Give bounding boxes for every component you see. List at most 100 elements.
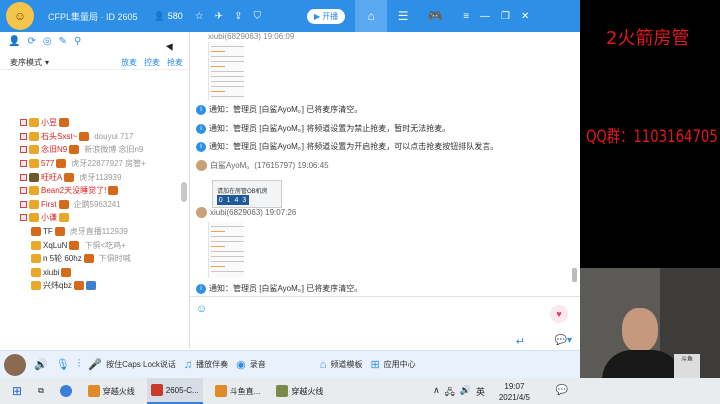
share-icon[interactable]: ⇪ — [234, 11, 242, 22]
member-row[interactable]: 石头Sxst~ douyui 717 — [20, 130, 180, 144]
member-row[interactable]: First 企鹅5963241 — [20, 198, 180, 212]
home-tab-icon[interactable]: ⌂ — [355, 0, 388, 32]
checkbox[interactable] — [20, 160, 27, 168]
record-icon[interactable]: ◉ — [236, 358, 246, 371]
edit-icon[interactable]: ✎ — [59, 36, 67, 47]
checkbox[interactable] — [20, 146, 27, 154]
notice-line: i 通知：管理员 [白鲨AyoM。] 已将麦序清空。 — [196, 104, 362, 115]
send-icon[interactable]: ↵ — [516, 335, 525, 348]
microphone-icon[interactable]: 🎙 — [56, 358, 70, 371]
list-tab-icon[interactable]: ☰ — [387, 0, 419, 32]
mic-release-link[interactable]: 放麦 — [121, 57, 137, 68]
minimize-icon[interactable]: — — [480, 11, 490, 22]
open-broadcast-button[interactable]: ▶ 开播 — [307, 8, 346, 24]
yy-app-icon — [150, 384, 163, 396]
avatar[interactable] — [4, 353, 26, 376]
template-icon[interactable]: ⌂ — [320, 359, 327, 371]
speaker-icon[interactable]: 🔊 — [34, 358, 48, 371]
checkbox[interactable] — [20, 173, 27, 181]
message-input[interactable]: ☺ ♥ ↵ 💬▾ — [190, 296, 580, 350]
ime-label[interactable]: 英 — [476, 385, 485, 401]
equalizer-icon[interactable]: ⫶ — [78, 358, 81, 371]
taskbar-item-cf[interactable]: 穿越火线 — [84, 378, 139, 404]
chat-image-caption: 请加在房管OB机房 — [217, 189, 268, 195]
member-name: 577 — [41, 159, 55, 169]
chevron-up-icon[interactable]: ∧ — [433, 385, 440, 401]
accompany-icon[interactable]: ♫ — [184, 359, 192, 371]
member-row[interactable]: TF 虎牙直播112939 — [20, 225, 180, 239]
chat-image[interactable] — [208, 222, 244, 278]
plane-icon[interactable]: ✈ — [215, 11, 223, 22]
cup-image: 斗鱼 — [674, 354, 700, 378]
emoji-icon[interactable]: ☺ — [196, 303, 207, 315]
member-name: TF — [43, 227, 53, 237]
record-button[interactable]: 录音 — [250, 359, 266, 370]
star-icon[interactable]: ☆ — [195, 11, 204, 22]
crown-icon — [29, 159, 39, 169]
close-icon[interactable]: ✕ — [521, 11, 529, 22]
checkbox[interactable] — [20, 119, 27, 127]
mic-control-link[interactable]: 控麦 — [144, 57, 160, 68]
sogou-icon[interactable] — [56, 378, 76, 404]
member-row[interactable]: 小昱 — [20, 116, 180, 130]
checkbox[interactable] — [20, 214, 27, 222]
chat-options-icon[interactable]: 💬▾ — [555, 335, 572, 346]
notice-text: 通知：管理员 [白鲨AyoM。] 将频道设置为开启抢麦，可以点击抢麦按钮排队发言… — [209, 142, 499, 151]
member-name: First — [41, 199, 57, 209]
taskbar-item-douyu[interactable]: 斗鱼直... — [211, 378, 265, 404]
chat-scrollbar[interactable] — [572, 52, 577, 282]
checkbox[interactable] — [20, 132, 27, 140]
mic-grab-link[interactable]: 抢麦 — [167, 57, 183, 68]
gamepad-tab-icon[interactable]: 🎮 — [419, 0, 451, 32]
task-view-icon[interactable]: ⧉ — [34, 378, 48, 404]
accompany-button[interactable]: 播放伴奏 — [196, 359, 228, 370]
mic-settings-icon[interactable]: 🎤 — [88, 358, 102, 371]
search-icon[interactable]: ⚲ — [74, 36, 81, 47]
location-icon[interactable]: ◎ — [43, 36, 52, 47]
shield-icon[interactable]: ⛉ — [254, 11, 262, 22]
chevron-down-icon[interactable]: ▾ — [45, 58, 49, 67]
network-icon[interactable]: 🖧 — [445, 385, 455, 401]
gift-icon[interactable]: ♥ — [550, 305, 568, 323]
member-row[interactable]: xiubi — [20, 266, 180, 280]
mic-mode-row: 麦序模式 ▾ 放麦 控麦 抢麦 — [0, 56, 189, 70]
user-center-button[interactable]: 应用中心 — [384, 359, 416, 370]
menu-icon[interactable]: ≡ — [463, 11, 469, 22]
member-row[interactable]: Bean2天没睡觉了! — [20, 184, 180, 198]
restore-icon[interactable]: ❐ — [501, 11, 510, 22]
windows-start-icon[interactable]: ⊞ — [8, 378, 26, 404]
member-row[interactable]: 兴炜qbz — [20, 279, 180, 293]
info-icon: i — [196, 283, 206, 294]
checkbox[interactable] — [20, 187, 27, 195]
refresh-icon[interactable]: ⟳ — [27, 36, 35, 47]
member-name: 小昱 — [41, 118, 57, 128]
checkbox[interactable] — [20, 200, 27, 208]
clock-time: 19:07 — [504, 382, 525, 391]
member-row[interactable]: XqLuN 下俱<吃鸡+ — [20, 238, 180, 252]
clock[interactable]: 19:07 2021/4/5 — [499, 381, 530, 403]
avatar[interactable] — [196, 207, 207, 218]
title-bar: ☺ CFPL集量局 · ID 2605 👤 580 ☆ ✈ ⇪ ⛉ ▶ 开播 ⌂ ☰… — [0, 0, 580, 32]
mic-mode-select[interactable]: 麦序模式 — [10, 57, 42, 68]
notification-icon[interactable]: 💬 — [556, 385, 568, 396]
member-row[interactable]: 577 虎牙22877927 房管+ — [20, 157, 180, 171]
contacts-icon[interactable]: 👤 — [8, 36, 20, 47]
volume-icon[interactable]: 🔊 — [460, 385, 471, 401]
avatar[interactable] — [196, 160, 207, 171]
member-scrollbar[interactable] — [181, 182, 187, 202]
member-row[interactable]: 旺旺A 虎牙113939 — [20, 170, 180, 184]
crown-icon — [29, 213, 39, 223]
taskbar-item-cf2[interactable]: 穿越火线 — [272, 378, 327, 404]
taskbar-item-yy[interactable]: 2605-C... — [146, 378, 203, 404]
channel-logo[interactable]: ☺ — [6, 2, 34, 30]
chat-image[interactable]: 请加在房管OB机房 0 1 4 3 — [212, 180, 282, 208]
user-center-icon[interactable]: ⊞ — [370, 358, 379, 371]
rank-badge-icon — [64, 172, 75, 182]
member-row[interactable]: 念旧N9 新浪微博 念旧n9 — [20, 143, 180, 157]
chat-image[interactable] — [208, 42, 244, 100]
member-row[interactable]: n 5轮 60hz 下俱时喊 — [20, 252, 180, 266]
push-to-talk-label[interactable]: 按住Caps Lock说话 — [106, 359, 176, 370]
member-row[interactable]: 小谦 — [20, 211, 180, 225]
channel-template-button[interactable]: 频道模板 — [330, 359, 362, 370]
crown-icon — [31, 267, 41, 277]
